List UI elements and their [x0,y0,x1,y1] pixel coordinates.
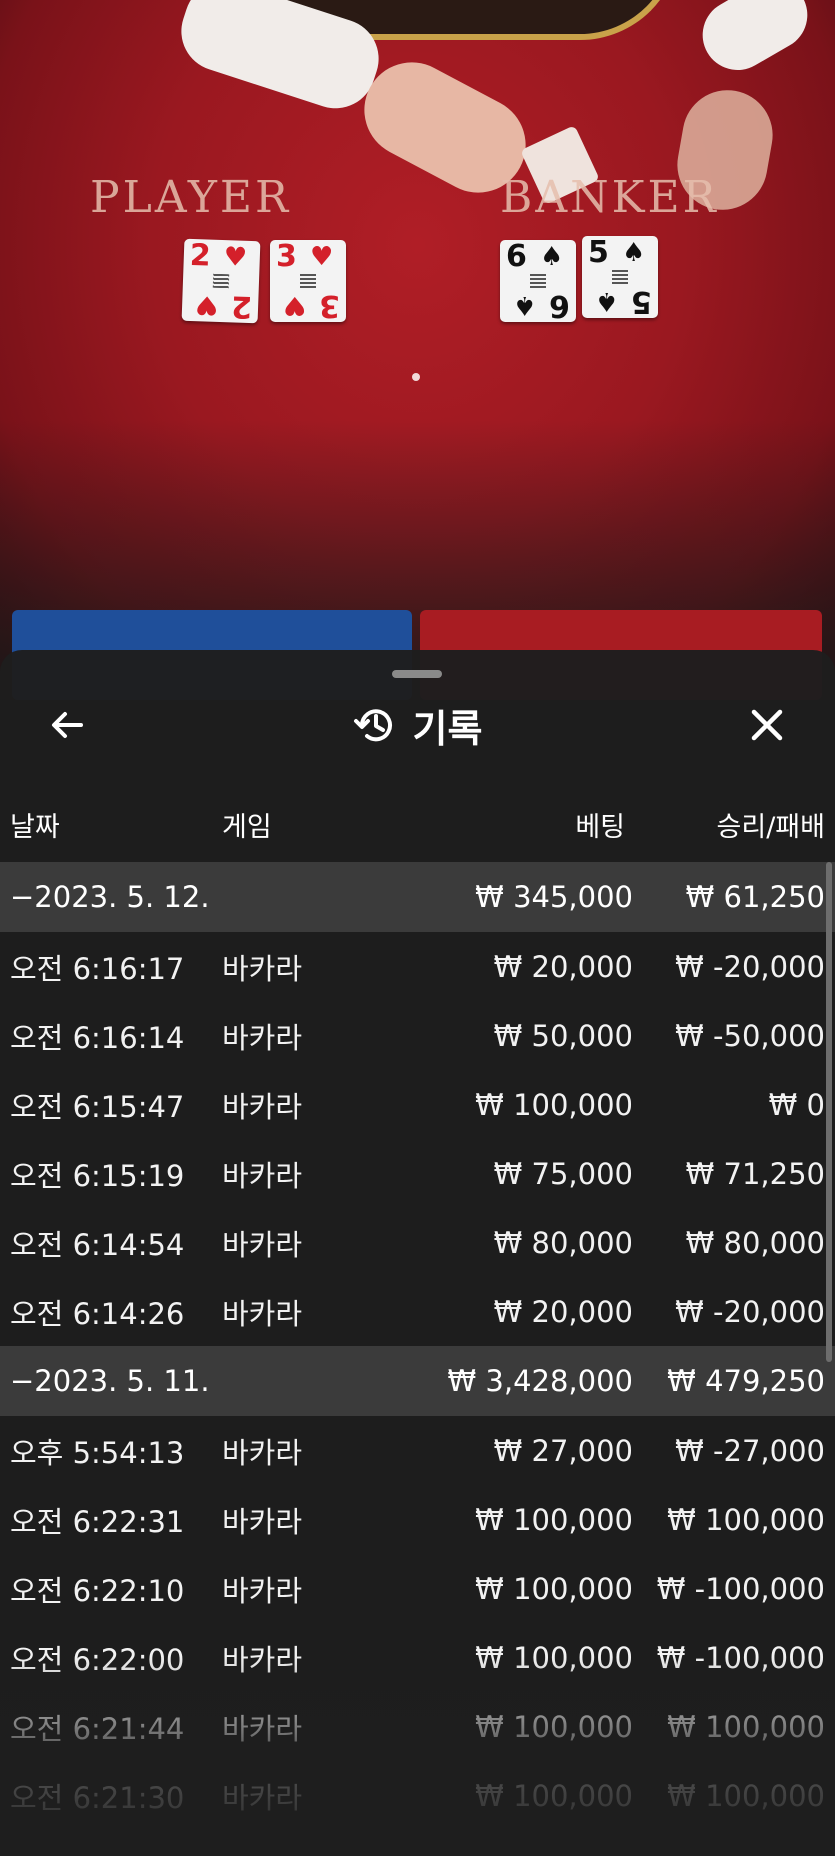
row-game: 바카라 [222,1711,303,1746]
row-bet: ₩ 100,000 [475,1709,633,1744]
page-title: 기록 [412,706,483,751]
row-time: 오전 6:22:00 [10,1642,185,1677]
table-row[interactable]: 오전 6:14:26 바카라 ₩ 20,000 ₩ -20,000 [0,1277,835,1346]
group-bet-total: ₩ 345,000 [475,880,633,914]
column-header-date: 날짜 [10,812,60,843]
close-button[interactable] [742,700,792,750]
drag-handle[interactable] [392,670,442,678]
row-result: ₩ 80,000 [685,1225,825,1260]
row-bet: ₩ 100,000 [475,1778,633,1813]
row-result: ₩ -50,000 [675,1018,825,1053]
close-icon [751,709,783,741]
table-row[interactable]: 오전 6:14:54 바카라 ₩ 80,000 ₩ 80,000 [0,1208,835,1277]
table-row[interactable]: 오전 6:22:31 바카라 ₩ 100,000 ₩ 100,000 [0,1485,835,1554]
row-result: ₩ -27,000 [675,1433,825,1468]
banker-card-1: 6 ♠ 6 ♠ [500,240,576,323]
player-card-2: 3 ♥ 3 ♥ [270,240,346,323]
table-row[interactable]: 오전 6:22:00 바카라 ₩ 100,000 ₩ -100,000 [0,1623,835,1692]
row-result: ₩ -100,000 [656,1571,825,1606]
date-group-header[interactable]: −2023. 5. 11. ₩ 3,428,000 ₩ 479,250 [0,1346,835,1416]
row-game: 바카라 [222,1780,303,1815]
row-game: 바카라 [222,1504,303,1539]
row-game: 바카라 [222,1435,303,1470]
row-result: ₩ 100,000 [667,1778,825,1813]
row-game: 바카라 [222,1020,303,1055]
table-row[interactable]: 오전 6:21:44 바카라 ₩ 100,000 ₩ 100,000 [0,1692,835,1761]
column-header-bet: 베팅 [575,812,625,843]
column-header-result: 승리/패배 [716,812,825,843]
live-table-video: PLAYER BANKER 2 ♥ 2 ♥ 3 ♥ 3 ♥ 6 ♠ 6 ♠ 5 ♠ 5 ♠ [0,0,835,700]
row-time: 오전 6:16:17 [10,951,185,986]
group-date: −2023. 5. 12. [10,880,210,914]
row-time: 오전 6:22:10 [10,1573,185,1608]
row-game: 바카라 [222,1227,303,1262]
row-bet: ₩ 20,000 [493,1294,633,1329]
row-game: 바카라 [222,1642,303,1677]
scrollbar[interactable] [826,862,832,1362]
history-list[interactable]: −2023. 5. 12. ₩ 345,000 ₩ 61,250 오전 6:16… [0,862,835,1830]
row-game: 바카라 [222,1158,303,1193]
row-bet: ₩ 100,000 [475,1502,633,1537]
row-time: 오전 6:15:47 [10,1089,185,1124]
row-bet: ₩ 80,000 [493,1225,633,1260]
dealer-arm-right [689,0,821,83]
row-game: 바카라 [222,1573,303,1608]
row-result: ₩ -100,000 [656,1640,825,1675]
row-time: 오전 6:15:19 [10,1158,185,1193]
row-time: 오전 6:22:31 [10,1504,185,1539]
row-game: 바카라 [222,951,303,986]
row-bet: ₩ 100,000 [475,1087,633,1122]
row-time: 오후 5:54:13 [10,1435,185,1470]
row-time: 오전 6:14:26 [10,1296,185,1331]
row-bet: ₩ 100,000 [475,1571,633,1606]
row-result: ₩ 100,000 [667,1502,825,1537]
table-row[interactable]: 오전 6:16:14 바카라 ₩ 50,000 ₩ -50,000 [0,1001,835,1070]
group-result-total: ₩ 479,250 [667,1364,825,1398]
table-row[interactable]: 오후 5:54:13 바카라 ₩ 27,000 ₩ -27,000 [0,1416,835,1485]
banker-card-2: 5 ♠ 5 ♠ [582,236,658,319]
group-bet-total: ₩ 3,428,000 [447,1364,633,1398]
table-row[interactable]: 오전 6:15:19 바카라 ₩ 75,000 ₩ 71,250 [0,1139,835,1208]
table-row[interactable]: 오전 6:16:17 바카라 ₩ 20,000 ₩ -20,000 [0,932,835,1001]
date-group-header[interactable]: −2023. 5. 12. ₩ 345,000 ₩ 61,250 [0,862,835,932]
table-row[interactable]: 오전 6:22:10 바카라 ₩ 100,000 ₩ -100,000 [0,1554,835,1623]
group-result-total: ₩ 61,250 [685,880,825,914]
row-result: ₩ 100,000 [667,1709,825,1744]
row-result: ₩ -20,000 [675,1294,825,1329]
row-bet: ₩ 100,000 [475,1640,633,1675]
history-icon [353,709,392,742]
table-row[interactable]: 오전 6:15:47 바카라 ₩ 100,000 ₩ 0 [0,1070,835,1139]
row-bet: ₩ 20,000 [493,949,633,984]
table-dot [412,373,420,381]
history-panel: 기록 날짜 게임 베팅 승리/패배 −2023. 5. 12. ₩ 345,00… [0,650,835,1856]
row-time: 오전 6:16:14 [10,1020,185,1055]
row-game: 바카라 [222,1089,303,1124]
group-date: −2023. 5. 11. [10,1364,210,1398]
row-bet: ₩ 75,000 [493,1156,633,1191]
row-result: ₩ 71,250 [685,1156,825,1191]
row-time: 오전 6:14:54 [10,1227,185,1262]
row-result: ₩ 0 [768,1087,825,1122]
row-bet: ₩ 50,000 [493,1018,633,1053]
row-game: 바카라 [222,1296,303,1331]
table-row[interactable]: 오전 6:21:30 바카라 ₩ 100,000 ₩ 100,000 [0,1761,835,1830]
banker-label: BANKER [500,172,719,223]
panel-header: 기록 [0,698,835,752]
player-label: PLAYER [90,172,292,223]
row-time: 오전 6:21:30 [10,1780,185,1815]
row-result: ₩ -20,000 [675,949,825,984]
row-bet: ₩ 27,000 [493,1433,633,1468]
column-header-game: 게임 [222,812,272,843]
player-card-1: 2 ♥ 2 ♥ [181,238,261,324]
row-time: 오전 6:21:44 [10,1711,185,1746]
